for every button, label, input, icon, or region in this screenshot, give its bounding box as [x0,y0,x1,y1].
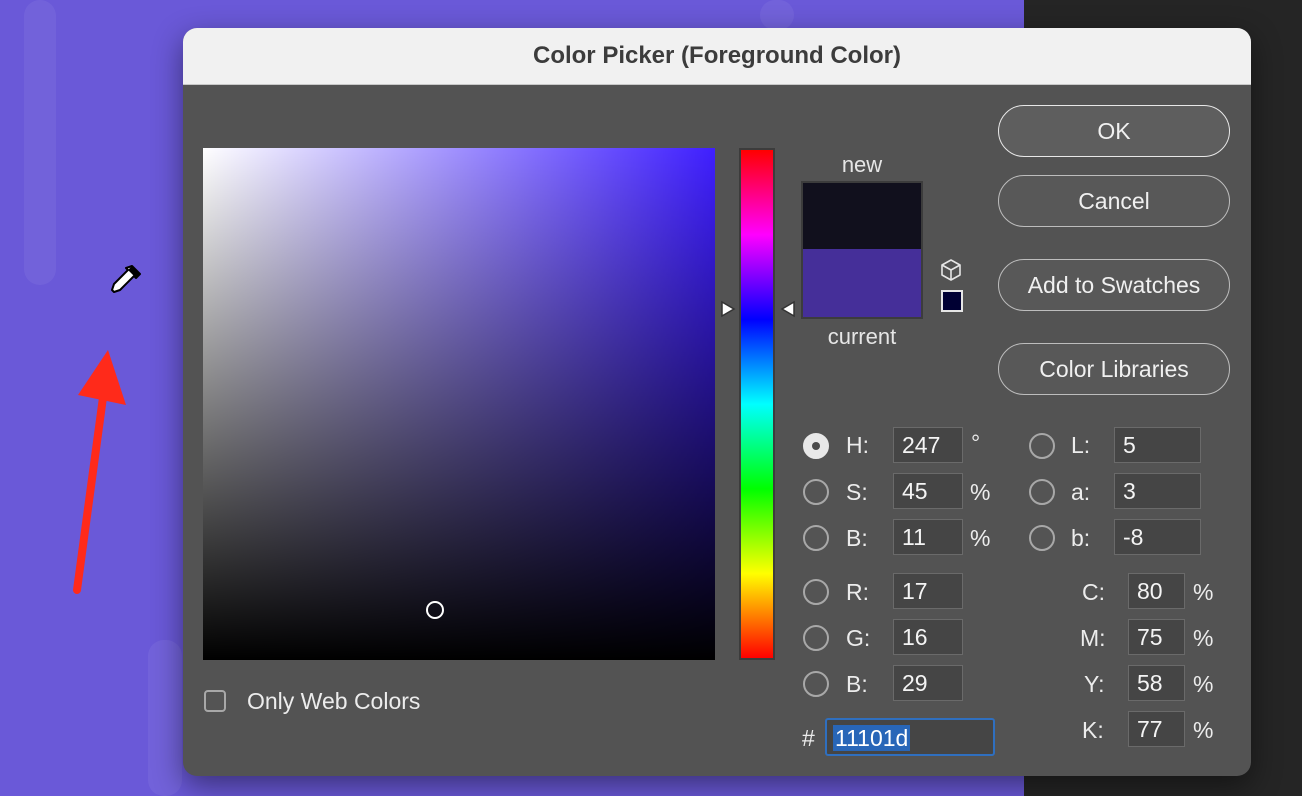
input-b[interactable]: 11 [893,519,963,555]
radio-lab-a[interactable] [1029,479,1055,505]
label-r: R: [846,579,869,605]
add-to-swatches-button[interactable]: Add to Swatches [998,259,1230,311]
input-h[interactable]: 247 [893,427,963,463]
radio-b[interactable] [803,525,829,551]
unit-b: % [970,525,991,551]
input-rgb-b[interactable]: 29 [893,665,963,701]
radio-rgb-b[interactable] [803,671,829,697]
input-lab-a[interactable]: 3 [1114,473,1201,509]
hex-value-selected: 11101d [833,725,911,751]
label-b: B: [846,525,868,551]
hex-label: # [802,725,815,751]
label-g: G: [846,625,871,651]
color-field[interactable] [203,148,715,660]
color-preview [801,181,923,319]
color-field-cursor[interactable] [426,601,444,619]
input-s[interactable]: 45 [893,473,963,509]
only-web-colors-checkbox[interactable] [204,690,226,712]
websafe-color-icon[interactable] [941,290,963,312]
background-stripe [760,0,794,30]
radio-lab-b[interactable] [1029,525,1055,551]
label-h: H: [846,432,869,458]
label-k: K: [1082,717,1104,743]
cancel-button[interactable]: Cancel [998,175,1230,227]
radio-lab-l[interactable] [1029,433,1055,459]
hue-slider-right-handle[interactable] [780,300,796,318]
input-k[interactable]: 77 [1128,711,1185,747]
label-lab-b: b: [1071,525,1091,551]
dialog-title: Color Picker (Foreground Color) [183,28,1251,85]
input-g[interactable]: 16 [893,619,963,655]
label-lab-a: a: [1071,479,1091,505]
ok-button[interactable]: OK [998,105,1230,157]
unit-s: % [970,479,991,505]
hex-input[interactable]: 11101d [825,718,995,756]
cube-icon[interactable] [939,258,963,282]
input-c[interactable]: 80 [1128,573,1185,609]
input-y[interactable]: 58 [1128,665,1185,701]
input-lab-b[interactable]: -8 [1114,519,1201,555]
radio-g[interactable] [803,625,829,651]
input-lab-l[interactable]: 5 [1114,427,1201,463]
annotation-arrow [73,350,126,594]
color-libraries-button[interactable]: Color Libraries [998,343,1230,395]
color-picker-dialog: Color Picker (Foreground Color) new curr… [183,28,1251,776]
radio-s[interactable] [803,479,829,505]
current-label: current [827,324,897,349]
background-stripe [148,640,182,796]
label-lab-l: L: [1071,432,1091,458]
new-label: new [841,152,883,177]
input-m[interactable]: 75 [1128,619,1185,655]
label-s: S: [846,479,868,505]
label-y: Y: [1084,671,1105,697]
background-stripe [24,0,56,285]
unit-c: % [1193,579,1214,605]
unit-m: % [1193,625,1214,651]
radio-r[interactable] [803,579,829,605]
only-web-colors-label[interactable]: Only Web Colors [247,688,420,715]
input-r[interactable]: 17 [893,573,963,609]
radio-h[interactable] [803,433,829,459]
new-color-swatch [803,183,921,249]
current-color-swatch[interactable] [803,249,921,317]
unit-k: % [1193,717,1214,743]
hue-slider-left-handle[interactable] [720,300,736,318]
eyedropper-icon [111,265,141,293]
label-c: C: [1082,579,1105,605]
label-m: M: [1080,625,1106,651]
label-rgb-b: B: [846,671,868,697]
unit-h: ° [971,430,981,456]
unit-y: % [1193,671,1214,697]
hue-slider[interactable] [739,148,775,660]
